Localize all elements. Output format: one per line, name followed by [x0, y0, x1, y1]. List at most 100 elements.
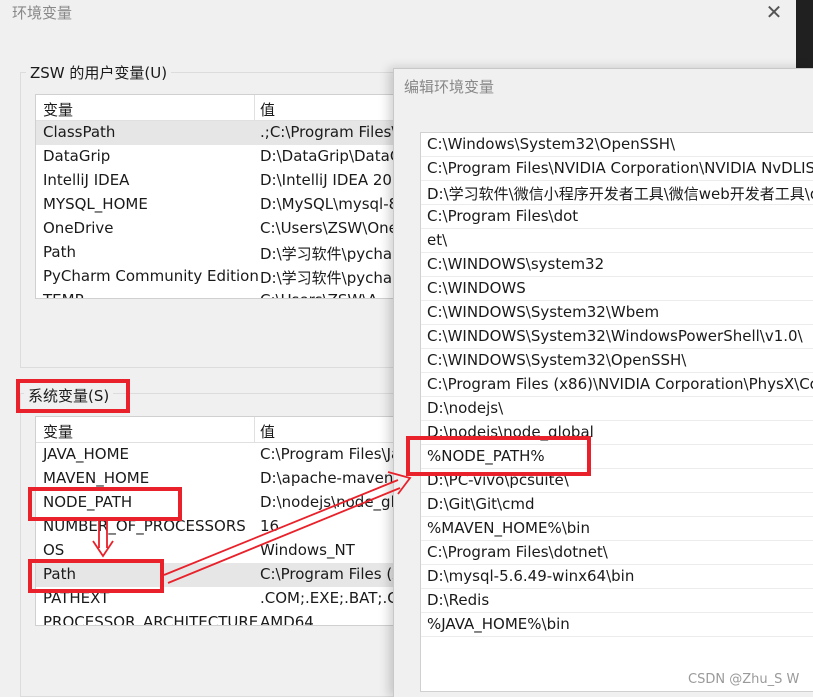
table-row[interactable]: Path C:\Program Files (x [36, 563, 404, 587]
variable-value: C:\Program Files\Ja [260, 445, 401, 463]
path-entry[interactable]: %JAVA_HOME%\bin [421, 613, 813, 637]
close-icon[interactable]: ✕ [765, 2, 783, 22]
path-entry[interactable]: D:\Git\Git\cmd [421, 493, 813, 517]
variable-name: MAVEN_HOME [43, 469, 150, 487]
user-variables-list[interactable]: 变量 值 ClassPath .;C:\Program Files\ DataGri… [35, 94, 405, 299]
variable-value: .COM;.EXE;.BAT;.CM [260, 589, 405, 607]
table-row[interactable]: TEMP C:\Users\ZSW\A [36, 289, 404, 298]
path-entry[interactable]: D:\学习软件\微信小程序开发者工具\微信web开发者工具\dll [421, 181, 813, 205]
table-row[interactable]: DataGrip D:\DataGrip\DataG [36, 145, 404, 169]
list-header: 变量 值 [36, 417, 404, 443]
variable-value: D:\MySQL\mysql-8 [260, 195, 399, 213]
table-row[interactable]: Path D:\学习软件\pychar [36, 241, 404, 265]
path-entry-text: C:\Program Files\dotnet\ [427, 543, 608, 561]
dialog-title: 编辑环境变量 [404, 78, 495, 96]
path-entry-text: D:\学习软件\微信小程序开发者工具\微信web开发者工具\dll [427, 185, 813, 203]
path-entry-text: C:\Program Files\NVIDIA Corporation\NVID… [427, 159, 813, 177]
variable-name: OneDrive [43, 219, 114, 237]
variable-name: PyCharm Community Edition [43, 267, 259, 285]
table-row[interactable]: MYSQL_HOME D:\MySQL\mysql-8 [36, 193, 404, 217]
path-entry[interactable]: C:\Windows\System32\OpenSSH\ [421, 133, 813, 157]
path-entry[interactable]: D:\nodejs\ [421, 397, 813, 421]
path-entry[interactable]: C:\Program Files\dot [421, 205, 813, 229]
variable-name: NUMBER_OF_PROCESSORS [43, 517, 246, 535]
path-entry[interactable]: D:\PC-vivo\pcsuite\ [421, 469, 813, 493]
column-header-variable[interactable]: 变量 [43, 421, 73, 442]
variable-name: DataGrip [43, 147, 111, 165]
table-row[interactable]: NODE_PATH D:\nodejs\node_gl [36, 491, 404, 515]
variable-value: C:\Users\ZSW\A [260, 291, 378, 298]
list-header: 变量 值 [36, 95, 404, 121]
variable-name: Path [43, 565, 76, 583]
watermark: CSDN @Zhu_S W [688, 672, 800, 687]
path-entry-text: D:\Redis [427, 591, 490, 609]
path-entry-text: C:\Program Files\dot [427, 207, 579, 225]
table-row[interactable]: OS Windows_NT [36, 539, 404, 563]
path-entry-text: D:\nodejs\node_global [427, 423, 594, 441]
path-entry[interactable]: C:\WINDOWS\System32\Wbem [421, 301, 813, 325]
edit-environment-variable-dialog: 编辑环境变量 C:\Windows\System32\OpenSSH\ C:\Pr… [393, 68, 813, 697]
table-row[interactable]: PROCESSOR_ARCHITECTURE AMD64 [36, 611, 404, 626]
column-header-variable[interactable]: 变量 [43, 99, 73, 120]
path-entry[interactable]: %MAVEN_HOME%\bin [421, 517, 813, 541]
path-entry-text: C:\WINDOWS\System32\OpenSSH\ [427, 351, 687, 369]
variable-name: JAVA_HOME [43, 445, 130, 463]
column-divider[interactable] [254, 95, 255, 121]
table-row[interactable]: PyCharm Community Edition D:\学习软件\pychar [36, 265, 404, 289]
column-divider[interactable] [254, 417, 255, 443]
system-variables-list[interactable]: 变量 值 JAVA_HOME C:\Program Files\Ja MAVEN_H… [35, 416, 405, 626]
path-entry[interactable]: D:\mysql-5.6.49-winx64\bin [421, 565, 813, 589]
path-entry[interactable]: D:\Redis [421, 589, 813, 613]
variable-name: MYSQL_HOME [43, 195, 148, 213]
path-entry-text: D:\mysql-5.6.49-winx64\bin [427, 567, 635, 585]
path-entries-list[interactable]: C:\Windows\System32\OpenSSH\ C:\Program F… [420, 132, 813, 692]
variable-value: 16 [260, 517, 280, 535]
path-entry[interactable]: %NODE_PATH% [421, 445, 813, 469]
variable-name: TEMP [43, 291, 84, 298]
path-entry[interactable]: C:\Program Files (x86)\NVIDIA Corporatio… [421, 373, 813, 397]
table-row[interactable]: JAVA_HOME C:\Program Files\Ja [36, 443, 404, 467]
path-entry[interactable]: C:\WINDOWS\System32\WindowsPowerShell\v1… [421, 325, 813, 349]
variable-value: .;C:\Program Files\ [260, 123, 397, 141]
variable-value: D:\DataGrip\DataG [260, 147, 402, 165]
path-entry[interactable]: C:\WINDOWS\System32\OpenSSH\ [421, 349, 813, 373]
variable-value: D:\学习软件\pychar [260, 245, 399, 263]
path-entry[interactable]: C:\Program Files\NVIDIA Corporation\NVID… [421, 157, 813, 181]
background-strip [796, 0, 813, 70]
path-entry[interactable]: et\ [421, 229, 813, 253]
variable-name: IntelliJ IDEA [43, 171, 130, 189]
variable-value: D:\学习软件\pychar [260, 269, 399, 287]
path-entry-text: C:\WINDOWS\System32\Wbem [427, 303, 660, 321]
path-entry-text: C:\WINDOWS\system32 [427, 255, 605, 273]
path-entry-text: C:\Windows\System32\OpenSSH\ [427, 135, 676, 153]
table-row[interactable]: OneDrive C:\Users\ZSW\One [36, 217, 404, 241]
variable-value: C:\Users\ZSW\One [260, 219, 398, 237]
path-entry-text: D:\PC-vivo\pcsuite\ [427, 471, 569, 489]
path-entry[interactable]: C:\Program Files\dotnet\ [421, 541, 813, 565]
table-row[interactable]: IntelliJ IDEA D:\IntelliJ IDEA 202 [36, 169, 404, 193]
window-title: 环境变量 [12, 4, 73, 22]
variable-name: PROCESSOR_ARCHITECTURE [43, 613, 259, 626]
path-entry-text: D:\nodejs\ [427, 399, 504, 417]
table-row[interactable]: MAVEN_HOME D:\apache-maven [36, 467, 404, 491]
path-entry[interactable]: C:\WINDOWS [421, 277, 813, 301]
path-entry[interactable]: D:\nodejs\node_global [421, 421, 813, 445]
path-entry-text: %JAVA_HOME%\bin [427, 615, 570, 633]
column-header-value[interactable]: 值 [260, 421, 275, 442]
variable-value: D:\apache-maven [260, 469, 394, 487]
path-entry-text: D:\Git\Git\cmd [427, 495, 535, 513]
column-header-value[interactable]: 值 [260, 99, 275, 120]
user-variables-label: ZSW 的用户变量(U) [26, 62, 172, 83]
variable-name: PATHEXT [43, 589, 110, 607]
table-row[interactable]: NUMBER_OF_PROCESSORS 16 [36, 515, 404, 539]
variable-name: Path [43, 243, 76, 261]
path-entry-text: et\ [427, 231, 448, 249]
path-entry[interactable]: C:\WINDOWS\system32 [421, 253, 813, 277]
table-row[interactable]: ClassPath .;C:\Program Files\ [36, 121, 404, 145]
table-row[interactable]: PATHEXT .COM;.EXE;.BAT;.CM [36, 587, 404, 611]
variable-name: ClassPath [43, 123, 116, 141]
variable-value: D:\nodejs\node_gl [260, 493, 395, 511]
path-entry-text: %NODE_PATH% [427, 447, 545, 465]
variable-name: NODE_PATH [43, 493, 133, 511]
system-variables-label: 系统变量(S) [24, 385, 114, 406]
